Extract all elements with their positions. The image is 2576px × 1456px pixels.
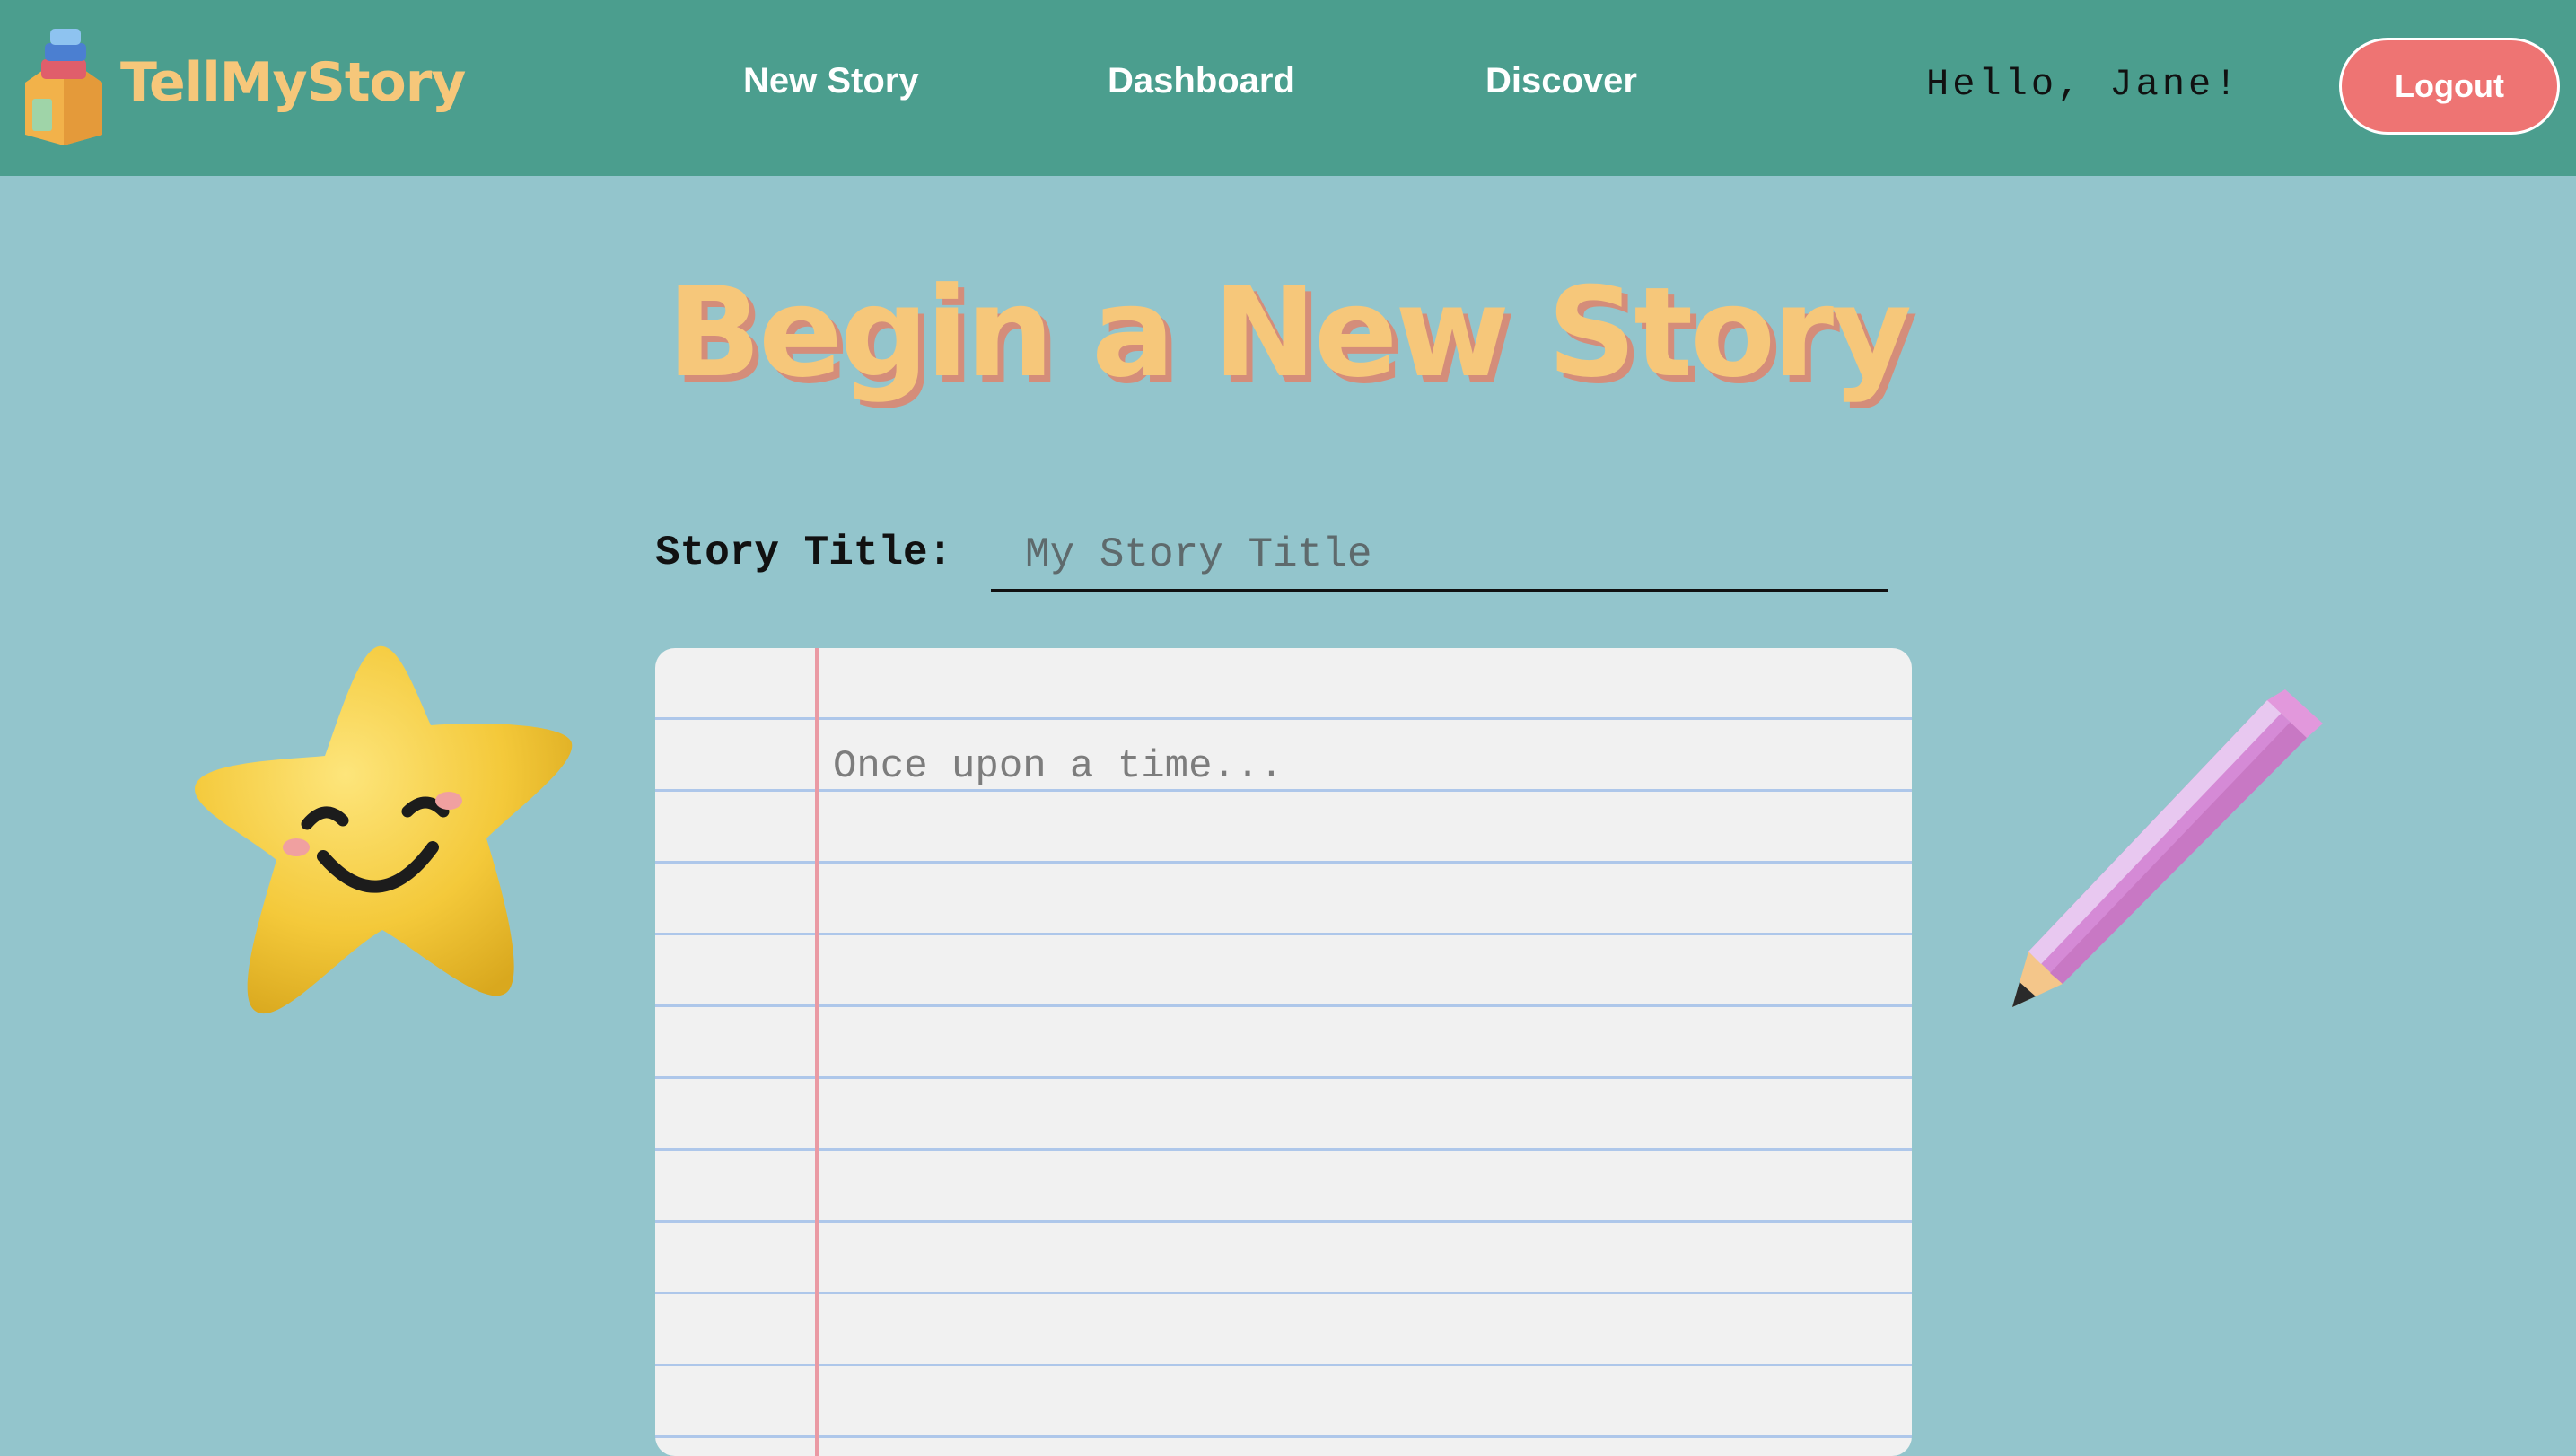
top-navbar: TellMyStory New Story Dashboard Discover…: [0, 0, 2576, 176]
nav-discover[interactable]: Discover: [1485, 61, 1637, 101]
paper-margin-line: [815, 648, 819, 1456]
user-greeting: Hello, Jane!: [1926, 63, 2241, 106]
brand-logo[interactable]: TellMyStory: [14, 20, 466, 145]
story-title-label: Story Title:: [655, 530, 953, 576]
books-house-logo-icon: [25, 29, 102, 145]
pencil-icon: [2012, 689, 2323, 1007]
story-paper: [655, 648, 1912, 1456]
nav-new-story[interactable]: New Story: [743, 61, 919, 101]
logout-button[interactable]: Logout: [2339, 38, 2560, 135]
nav-dashboard[interactable]: Dashboard: [1108, 61, 1295, 101]
story-body-textarea[interactable]: [833, 648, 1892, 1456]
story-title-input[interactable]: [991, 521, 1888, 592]
page-title: Begin a New Story: [666, 260, 1912, 405]
smiling-star-icon: [194, 645, 573, 1014]
brand-name: TellMyStory: [120, 51, 466, 114]
